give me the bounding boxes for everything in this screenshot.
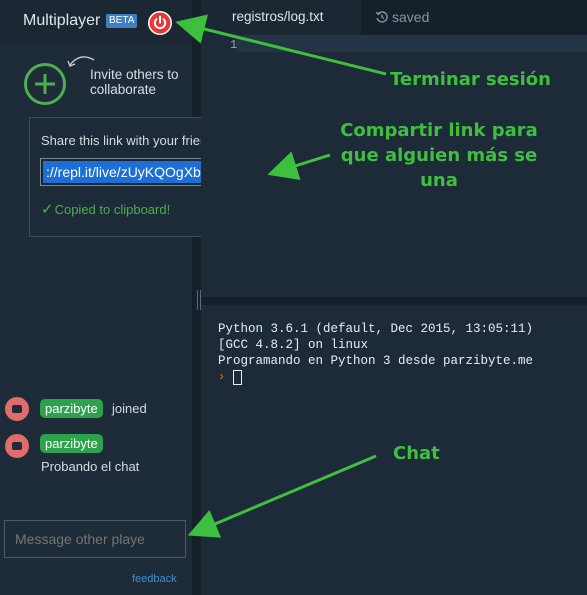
annotation-compartir: Compartir link para que alguien más se u… <box>330 118 548 193</box>
annotation-line: que alguien más se <box>340 145 538 166</box>
annotation-chat: Chat <box>393 443 440 464</box>
arrow-chat <box>187 454 377 538</box>
annotation-line: una <box>420 170 458 191</box>
annotation-terminar: Terminar sesión <box>390 69 551 90</box>
arrow-terminar <box>175 14 387 76</box>
arrow-compartir <box>267 151 331 181</box>
annotation-line: Compartir link para <box>340 120 538 141</box>
